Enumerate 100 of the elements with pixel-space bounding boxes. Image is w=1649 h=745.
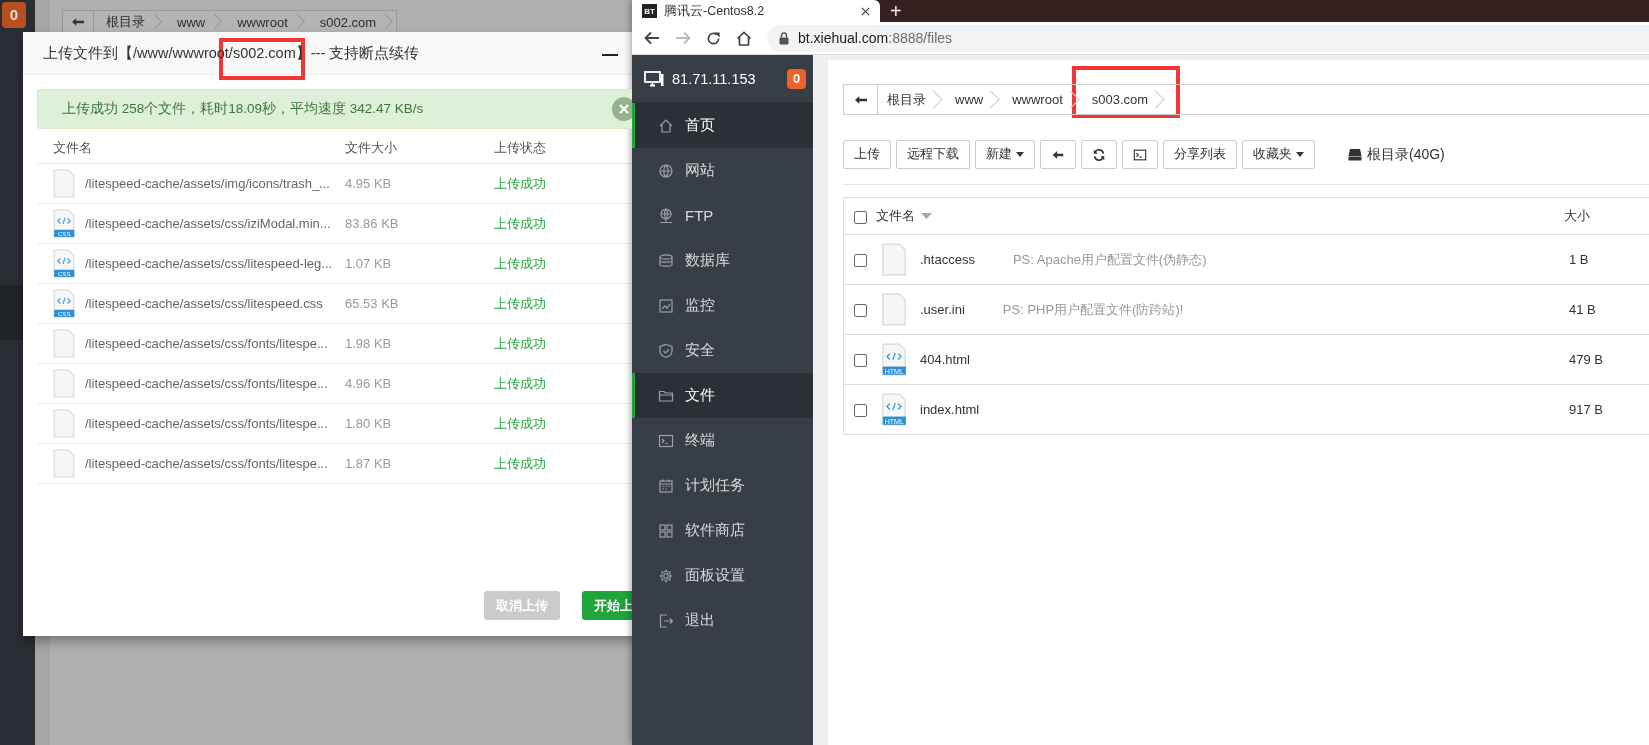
file-path: /litespeed-cache/assets/img/icons/trash_... (85, 176, 330, 191)
breadcrumb-item[interactable]: www (165, 11, 226, 33)
sidebar-item[interactable]: 终端 (632, 418, 813, 463)
file-icon (53, 329, 75, 358)
column-header: 文件大小 (345, 140, 397, 155)
upload-status: 上传成功 (494, 335, 546, 351)
home-icon (658, 117, 674, 134)
file-size: 1.87 KB (345, 456, 392, 471)
lock-icon (779, 31, 789, 45)
file-path: /litespeed-cache/assets/css/litespeed.css (85, 296, 323, 311)
file-size: 41 B (1569, 302, 1596, 317)
breadcrumb-item[interactable]: s002.com (307, 11, 397, 33)
breadcrumb-item[interactable]: wwwroot (1003, 85, 1083, 114)
server-ip: 81.71.11.153 (672, 70, 757, 87)
file-size: 4.95 KB (345, 176, 392, 191)
file-path: /litespeed-cache/assets/css/fonts/litespe... (85, 336, 328, 351)
breadcrumb-item[interactable]: s003.com (1082, 85, 1169, 114)
file-path: /litespeed-cache/assets/css/fonts/litespe... (85, 456, 328, 471)
sidebar-item[interactable]: 软件商店 (632, 508, 813, 553)
file-icon (881, 243, 907, 276)
sidebar-item[interactable]: 网站 (632, 148, 813, 193)
file-icon (53, 369, 75, 398)
refresh-icon (1092, 147, 1106, 162)
breadcrumb-item[interactable]: 根目录 (94, 11, 165, 33)
notification-badge: 0 (2, 2, 26, 28)
file-size: 83.86 KB (345, 216, 399, 231)
toolbar-button[interactable]: 上传 (843, 140, 891, 169)
file-size: 479 B (1569, 352, 1603, 367)
file-icon (53, 169, 75, 198)
toolbar-button[interactable]: 远程下载 (896, 140, 970, 169)
reload-icon[interactable] (706, 30, 721, 46)
browser-tab[interactable]: BT 腾讯云-Centos8.2 (632, 0, 880, 22)
site-logo: BT (642, 4, 657, 18)
file-icon (53, 449, 75, 478)
column-header: 文件名 (53, 140, 92, 155)
upload-status: 上传成功 (494, 175, 546, 191)
database-icon (658, 252, 674, 269)
checkbox[interactable] (854, 254, 867, 268)
upload-status: 上传成功 (494, 215, 546, 231)
file-note: PS: Apache用户配置文件(伪静态) (1012, 250, 1207, 269)
sidebar-item[interactable]: 面板设置 (632, 553, 813, 598)
column-header[interactable]: 文件名 (876, 207, 915, 225)
file-path: /litespeed-cache/assets/css/fonts/litespe... (85, 416, 328, 431)
sidebar-item[interactable]: 安全 (632, 328, 813, 373)
file-path: /litespeed-cache/assets/css/litespeed-leg... (85, 256, 333, 271)
home-icon[interactable] (736, 30, 752, 46)
sidebar-item[interactable]: 文件 (632, 373, 813, 418)
file-size: 1.07 KB (345, 256, 392, 271)
file-path: /litespeed-cache/assets/css/iziModal.min... (85, 216, 331, 231)
sidebar-item[interactable]: 退出 (632, 598, 813, 643)
terminal-icon (1133, 147, 1147, 162)
close-icon[interactable] (861, 6, 870, 16)
upload-status: 上传成功 (494, 295, 546, 311)
breadcrumb-item[interactable]: wwwroot (225, 11, 308, 33)
back-icon[interactable] (644, 31, 660, 45)
alert-message: 上传成功 258个文件，耗时18.09秒，平均速度 342.47 KB/s (61, 100, 425, 118)
checkbox[interactable] (854, 354, 867, 368)
sidebar-item[interactable]: 监控 (632, 283, 813, 328)
terminal-button[interactable] (1122, 140, 1158, 169)
sidebar-item[interactable]: 数据库 (632, 238, 813, 283)
file-name[interactable]: .htaccess (920, 252, 975, 267)
breadcrumb-item[interactable]: www (946, 85, 1004, 114)
toolbar-button[interactable]: 分享列表 (1163, 140, 1237, 169)
upload-status: 上传成功 (494, 415, 546, 431)
dropdown-button[interactable]: 新建 (975, 140, 1035, 169)
monitor-icon (644, 70, 664, 87)
sidebar-item[interactable]: 计划任务 (632, 463, 813, 508)
new-tab-button[interactable]: + (890, 0, 902, 22)
file-path: /litespeed-cache/assets/css/fonts/litespe... (85, 376, 328, 391)
back-arrow-icon[interactable] (71, 16, 85, 28)
calendar-icon (658, 477, 674, 494)
column-header[interactable]: 大小 (1564, 208, 1590, 223)
refresh-button[interactable] (1081, 140, 1117, 169)
column-header: 上传状态 (494, 140, 546, 155)
file-size: 1.80 KB (345, 416, 392, 431)
sidebar-item[interactable]: 首页 (632, 103, 813, 148)
file-name[interactable]: 404.html (920, 352, 970, 367)
settings-icon (658, 567, 674, 584)
checkbox[interactable] (854, 304, 867, 318)
chart-icon (658, 297, 674, 314)
back-arrow-button[interactable] (1040, 140, 1076, 169)
breadcrumb-item[interactable]: 根目录 (878, 85, 946, 114)
globe-icon (658, 162, 674, 179)
file-name[interactable]: index.html (920, 402, 980, 417)
shield-icon (658, 342, 674, 359)
network-icon (658, 207, 674, 224)
upload-status: 上传成功 (494, 255, 546, 271)
address-bar[interactable]: bt.xiehual.com:8888/files (767, 24, 1649, 52)
sidebar-item[interactable]: FTP (632, 193, 813, 238)
upload-status: 上传成功 (494, 375, 546, 391)
file-icon (53, 409, 75, 438)
grid-icon (658, 522, 674, 539)
checkbox[interactable] (854, 210, 867, 224)
checkbox[interactable] (854, 404, 867, 418)
dropdown-button[interactable]: 收藏夹 (1242, 140, 1315, 169)
file-size: 1 B (1569, 252, 1589, 267)
disk-label[interactable]: 根目录(40G) (1367, 145, 1445, 164)
terminal-icon (658, 432, 674, 449)
file-note: PS: PHP用户配置文件(防跨站)! (1002, 300, 1184, 319)
file-name[interactable]: .user.ini (920, 302, 965, 317)
